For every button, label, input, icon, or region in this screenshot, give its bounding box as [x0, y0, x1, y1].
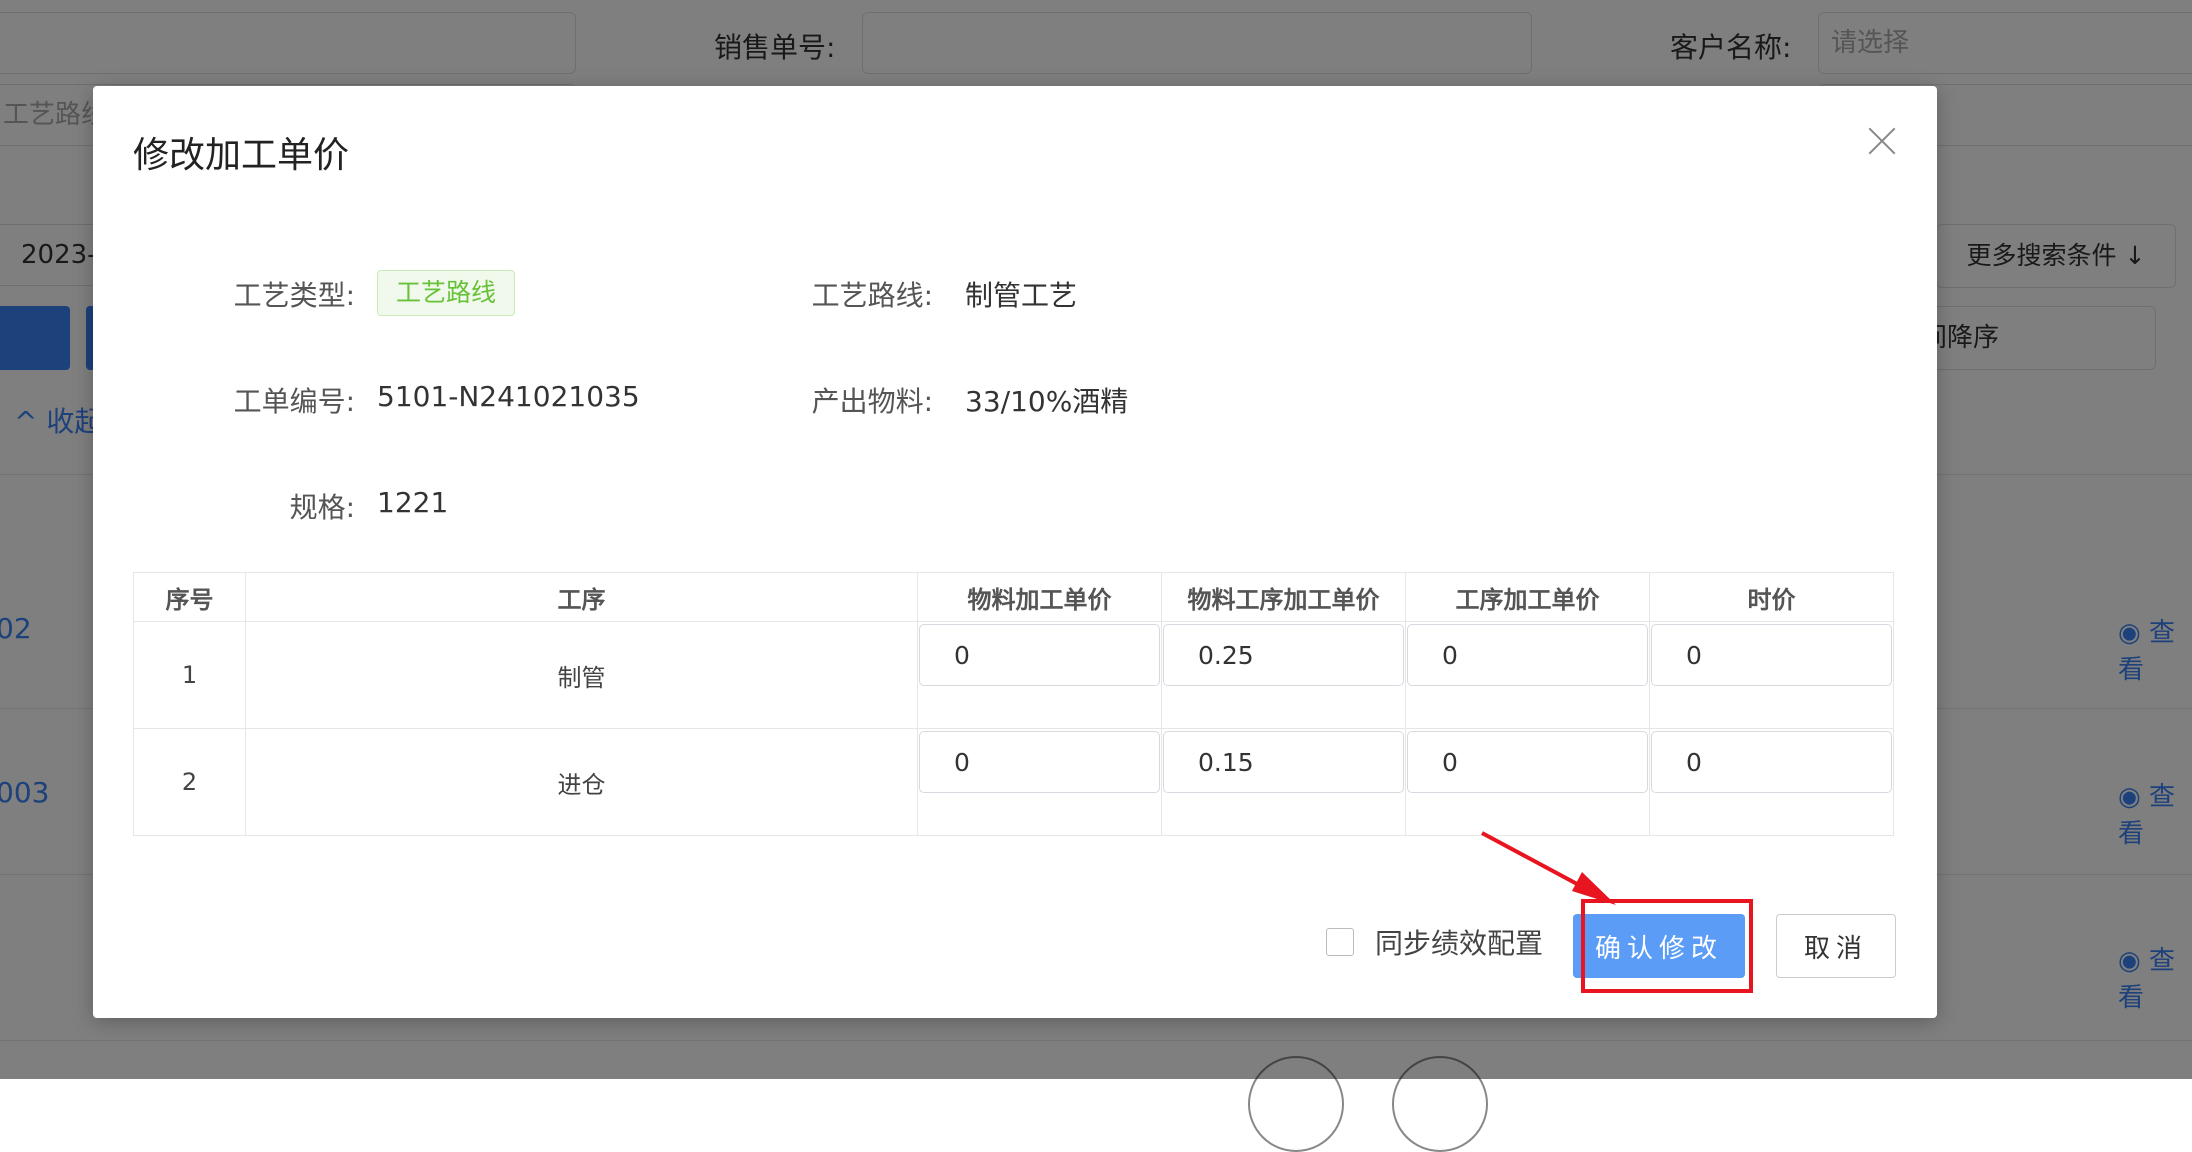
sync-performance-checkbox[interactable]	[1326, 928, 1354, 956]
material-process-price-input[interactable]	[1163, 731, 1404, 793]
process-type-label: 工艺类型:	[233, 279, 355, 312]
col-header-time-price: 时价	[1649, 572, 1894, 622]
close-icon[interactable]	[1867, 126, 1897, 156]
work-order-value: 5101-N241021035	[377, 380, 640, 413]
table-row: 1 制管	[133, 621, 1894, 729]
work-order-label: 工单编号:	[233, 385, 355, 418]
col-header-material-price: 物料加工单价	[917, 572, 1162, 622]
table-row: 2 进仓	[133, 728, 1894, 836]
row-process: 制管	[245, 621, 918, 729]
output-material-value: 33/10%酒精	[965, 385, 1129, 418]
process-type-tag: 工艺路线	[377, 270, 516, 316]
confirm-button[interactable]: 确认修改	[1573, 914, 1745, 978]
edit-price-dialog: 修改加工单价 工艺类型: 工艺路线 工艺路线: 制管工艺 工单编号: 5101-…	[93, 86, 1937, 1018]
material-process-price-input[interactable]	[1163, 624, 1404, 686]
row-no: 2	[133, 728, 246, 836]
row-no: 1	[133, 621, 246, 729]
process-price-table: 序号 工序 物料加工单价 物料工序加工单价 工序加工单价 时价 1 制管 2 进…	[133, 572, 1894, 836]
material-price-input[interactable]	[919, 731, 1160, 793]
col-header-process: 工序	[245, 572, 918, 622]
col-header-no: 序号	[133, 572, 246, 622]
spec-label: 规格:	[289, 491, 355, 524]
col-header-material-process-price: 物料工序加工单价	[1161, 572, 1406, 622]
process-price-input[interactable]	[1407, 624, 1648, 686]
material-price-input[interactable]	[919, 624, 1160, 686]
process-price-input[interactable]	[1407, 731, 1648, 793]
route-label: 工艺路线:	[811, 279, 933, 312]
output-material-label: 产出物料:	[811, 385, 933, 418]
route-value: 制管工艺	[965, 279, 1078, 312]
time-price-input[interactable]	[1651, 731, 1892, 793]
row-process: 进仓	[245, 728, 918, 836]
cancel-button[interactable]: 取消	[1776, 914, 1896, 978]
col-header-process-price: 工序加工单价	[1405, 572, 1650, 622]
dialog-title: 修改加工单价	[133, 135, 350, 176]
spec-value: 1221	[377, 486, 449, 519]
time-price-input[interactable]	[1651, 624, 1892, 686]
sync-performance-label[interactable]: 同步绩效配置	[1375, 922, 1543, 962]
table-header-row: 序号 工序 物料加工单价 物料工序加工单价 工序加工单价 时价	[133, 572, 1894, 622]
